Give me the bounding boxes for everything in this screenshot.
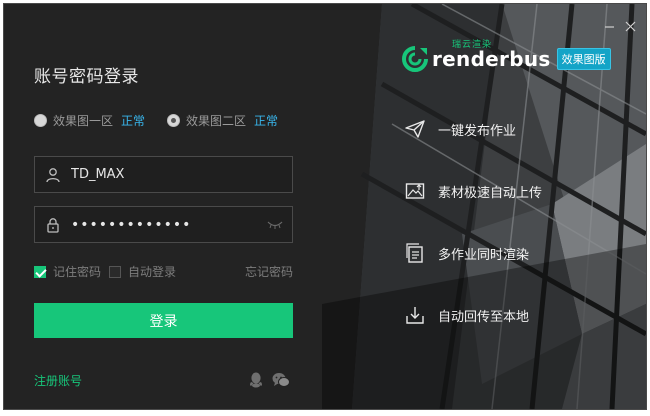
brand-name: renderbus [432, 47, 551, 71]
region-label-2: 效果图二区 [186, 114, 247, 128]
close-icon[interactable] [625, 21, 636, 32]
region-option-1[interactable]: 效果图一区 正常 [34, 112, 145, 129]
region-option-2[interactable]: 效果图二区 正常 [167, 112, 278, 129]
renderbus-logo-icon [402, 46, 428, 72]
paper-plane-icon [404, 118, 426, 140]
window-controls [594, 21, 636, 32]
region-label-1: 效果图一区 [53, 114, 114, 128]
feature-label: 素材极速自动上传 [438, 185, 543, 201]
image-upload-icon [404, 180, 426, 202]
multi-document-icon [404, 242, 426, 264]
qq-icon[interactable] [249, 372, 263, 388]
region-radio-2[interactable] [167, 114, 181, 127]
username-field [34, 156, 293, 193]
auto-login-check[interactable] [109, 265, 122, 278]
brand-wordmark: 瑞云渲染 renderbus [432, 40, 551, 71]
password-field [34, 206, 293, 243]
remember-password-label: 记住密码 [53, 265, 102, 279]
region-radio-1[interactable] [34, 114, 47, 127]
social-login [249, 372, 299, 388]
edition-badge: 效果图版 [556, 48, 611, 70]
remember-password-checkbox[interactable]: 记住密码 [34, 263, 101, 280]
page-title: 账号密码登录 [34, 67, 139, 87]
feature-item: 自动回传至本地 [404, 303, 542, 327]
feature-panel: 瑞云渲染 renderbus 效果图版 一键发布作业 素材极速自动上传 多作业同… [322, 4, 646, 409]
download-tray-icon [404, 304, 426, 326]
feature-label: 多作业同时渲染 [438, 247, 530, 263]
user-icon [35, 167, 71, 183]
login-window: 账号密码登录 效果图一区 正常 效果图二区 正常 TD_MAX ••••••••… [4, 4, 646, 409]
auto-login-checkbox[interactable]: 自动登录 [109, 263, 176, 280]
password-input[interactable] [71, 207, 258, 242]
eye-closed-icon[interactable] [258, 220, 292, 230]
login-options: 记住密码 自动登录 忘记密码 [34, 263, 293, 280]
feature-item: 素材极速自动上传 [404, 179, 542, 203]
brand-logo: 瑞云渲染 renderbus 效果图版 [402, 40, 611, 72]
minimize-icon[interactable] [604, 21, 615, 32]
feature-list: 一键发布作业 素材极速自动上传 多作业同时渲染 自动回传至本地 [404, 117, 542, 365]
feature-item: 多作业同时渲染 [404, 241, 542, 265]
wechat-icon[interactable] [272, 372, 290, 388]
auto-login-label: 自动登录 [128, 265, 177, 279]
login-panel: 账号密码登录 效果图一区 正常 效果图二区 正常 TD_MAX ••••••••… [4, 4, 334, 409]
region-status-2: 正常 [254, 114, 279, 128]
remember-password-check[interactable] [34, 265, 46, 278]
brand-sub-label: 瑞云渲染 [452, 40, 493, 50]
lock-icon [35, 217, 71, 233]
forgot-password-link[interactable]: 忘记密码 [245, 263, 293, 280]
register-link[interactable]: 注册账号 [34, 372, 82, 389]
region-selector: 效果图一区 正常 效果图二区 正常 [34, 112, 278, 129]
feature-item: 一键发布作业 [404, 117, 542, 141]
feature-label: 自动回传至本地 [438, 309, 530, 325]
feature-label: 一键发布作业 [438, 123, 517, 139]
login-button[interactable]: 登录 [34, 303, 293, 338]
region-status-1: 正常 [121, 114, 146, 128]
username-input[interactable] [71, 157, 292, 192]
